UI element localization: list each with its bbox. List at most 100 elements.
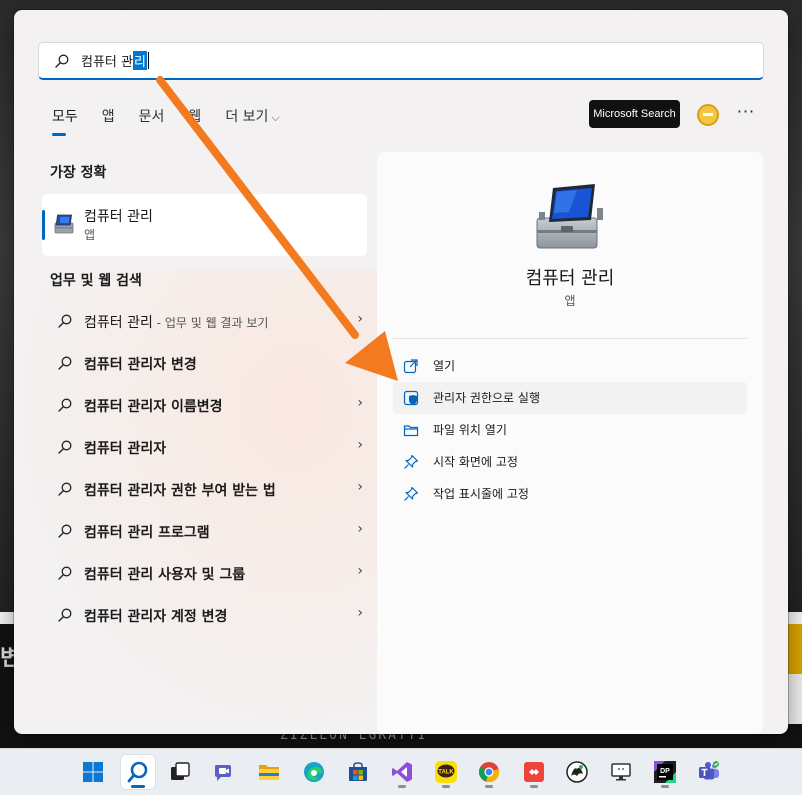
web-search-item[interactable]: 컴퓨터 관리 - 업무 및 웹 결과 보기 › xyxy=(42,300,367,342)
visual-studio-button[interactable] xyxy=(385,755,419,789)
edge-button[interactable] xyxy=(297,755,331,789)
pin-icon xyxy=(404,454,419,469)
running-indicator xyxy=(661,785,669,788)
video-chat-icon xyxy=(215,765,231,781)
running-indicator xyxy=(442,785,450,788)
inkscape-button[interactable] xyxy=(560,755,594,789)
tab-documents[interactable]: 문서 xyxy=(127,106,177,128)
pin-icon xyxy=(404,486,419,501)
computer-management-icon xyxy=(536,184,603,249)
taskbar: TALK DP xyxy=(0,748,802,795)
admin-shield-icon xyxy=(403,390,419,406)
chevron-right-icon[interactable]: › xyxy=(357,353,363,369)
chevron-right-icon[interactable]: › xyxy=(357,605,363,621)
rewards-icon xyxy=(703,113,713,116)
task-view-icon xyxy=(171,762,190,780)
best-match-type: 앱 xyxy=(84,228,96,242)
search-query-text: 컴퓨터 관 xyxy=(81,55,133,70)
remote-desktop-icon xyxy=(524,762,544,782)
teams-icon xyxy=(699,761,719,780)
chevron-right-icon[interactable]: › xyxy=(357,395,363,411)
preview-pane: 컴퓨터 관리 앱 열기 관리자 권한으로 실행 파일 위치 열기 시작 화면에 … xyxy=(377,152,763,734)
search-icon xyxy=(58,440,72,454)
web-search-item[interactable]: 컴퓨터 관리자 권한 부여 받는 법 › xyxy=(42,468,367,510)
chevron-right-icon[interactable]: › xyxy=(357,479,363,495)
best-match-title: 컴퓨터 관리 xyxy=(84,209,153,225)
search-icon xyxy=(58,566,72,580)
search-icon xyxy=(58,398,72,412)
action-pin-to-start[interactable]: 시작 화면에 고정 xyxy=(393,446,747,478)
web-search-item[interactable]: 컴퓨터 관리자 계정 변경 › xyxy=(42,594,367,636)
chevron-right-icon[interactable]: › xyxy=(357,521,363,537)
start-button[interactable] xyxy=(76,755,110,789)
active-indicator xyxy=(131,785,145,788)
teams-button[interactable] xyxy=(692,755,726,789)
action-open[interactable]: 열기 xyxy=(393,350,747,382)
action-list: 열기 관리자 권한으로 실행 파일 위치 열기 시작 화면에 고정 작업 표시줄… xyxy=(393,350,747,510)
kakaotalk-button[interactable]: TALK xyxy=(429,755,463,789)
store-button[interactable] xyxy=(341,755,375,789)
action-pin-to-taskbar[interactable]: 작업 표시줄에 고정 xyxy=(393,478,747,510)
chevron-right-icon[interactable]: › xyxy=(357,437,363,453)
action-label: 관리자 권한으로 실행 xyxy=(433,391,540,405)
web-search-item-hint: - 업무 및 웹 결과 보기 xyxy=(152,316,269,330)
action-run-as-admin[interactable]: 관리자 권한으로 실행 xyxy=(393,382,747,414)
tab-apps[interactable]: 앱 xyxy=(90,106,127,128)
web-search-item[interactable]: 컴퓨터 관리 프로그램 › xyxy=(42,510,367,552)
chevron-right-icon[interactable]: › xyxy=(357,311,363,327)
monitor-icon xyxy=(611,763,631,781)
text-caret xyxy=(147,52,149,69)
web-search-item-label: 컴퓨터 관리 프로그램 xyxy=(84,525,210,541)
start-search-panel: 컴퓨터 관 리 모두 앱 문서 웹 더 보기 ⌵ Microsoft Search… xyxy=(14,10,788,734)
action-label: 시작 화면에 고정 xyxy=(433,455,518,469)
action-label: 작업 표시줄에 고정 xyxy=(433,487,529,501)
web-search-item-label: 컴퓨터 관리자 계정 변경 xyxy=(84,609,228,625)
monitor-button[interactable] xyxy=(604,755,638,789)
preview-title: 컴퓨터 관리 xyxy=(525,268,615,289)
filter-tabs: 모두 앱 문서 웹 더 보기 ⌵ xyxy=(40,106,292,136)
dp-label: DP xyxy=(660,768,670,775)
web-search-item[interactable]: 컴퓨터 관리자 › xyxy=(42,426,367,468)
visual-studio-icon xyxy=(392,762,412,782)
search-query: 컴퓨터 관 리 xyxy=(81,51,149,70)
open-external-icon xyxy=(403,359,418,374)
web-search-item-label: 컴퓨터 관리 사용자 및 그룹 xyxy=(84,567,246,583)
file-explorer-button[interactable] xyxy=(252,755,286,789)
search-icon xyxy=(55,54,69,68)
more-options-button[interactable]: ··· xyxy=(734,102,758,126)
web-search-item[interactable]: 컴퓨터 관리자 변경 › xyxy=(42,342,367,384)
action-label: 파일 위치 열기 xyxy=(433,423,507,437)
web-search-item-label: 컴퓨터 관리자 변경 xyxy=(84,357,197,373)
chevron-right-icon[interactable]: › xyxy=(357,563,363,579)
best-match-heading: 가장 정확 xyxy=(50,165,107,181)
search-icon xyxy=(58,482,72,496)
action-label: 열기 xyxy=(433,359,456,373)
app-icon xyxy=(566,761,588,783)
folder-icon xyxy=(403,425,419,437)
web-search-item-text: 컴퓨터 관리 xyxy=(84,315,153,331)
web-search-item[interactable]: 컴퓨터 관리 사용자 및 그룹 › xyxy=(42,552,367,594)
search-icon xyxy=(58,524,72,538)
tab-web[interactable]: 웹 xyxy=(176,106,213,128)
preview-type: 앱 xyxy=(564,294,576,308)
avatar[interactable] xyxy=(697,104,719,126)
best-match-result[interactable]: 컴퓨터 관리 앱 xyxy=(42,194,367,256)
web-search-item-label: 컴퓨터 관리자 이름변경 xyxy=(84,399,223,415)
chevron-down-icon: ⌵ xyxy=(271,111,280,124)
chat-button[interactable] xyxy=(207,755,241,789)
tab-all[interactable]: 모두 xyxy=(40,106,90,136)
tab-more[interactable]: 더 보기 ⌵ xyxy=(213,106,291,128)
search-input[interactable]: 컴퓨터 관 리 xyxy=(38,42,764,80)
microsoft-search-button[interactable]: Microsoft Search xyxy=(589,100,680,128)
task-view-button[interactable] xyxy=(163,755,197,789)
tab-more-label: 더 보기 xyxy=(225,109,269,125)
dataspell-button[interactable]: DP xyxy=(648,755,682,789)
web-search-item[interactable]: 컴퓨터 관리자 이름변경 › xyxy=(42,384,367,426)
action-open-file-location[interactable]: 파일 위치 열기 xyxy=(393,414,747,446)
running-indicator xyxy=(485,785,493,788)
search-query-selection: 리 xyxy=(132,51,147,70)
search-button[interactable] xyxy=(121,755,155,789)
chrome-button[interactable] xyxy=(472,755,506,789)
anydesk-button[interactable] xyxy=(517,755,551,789)
search-icon xyxy=(58,314,72,328)
